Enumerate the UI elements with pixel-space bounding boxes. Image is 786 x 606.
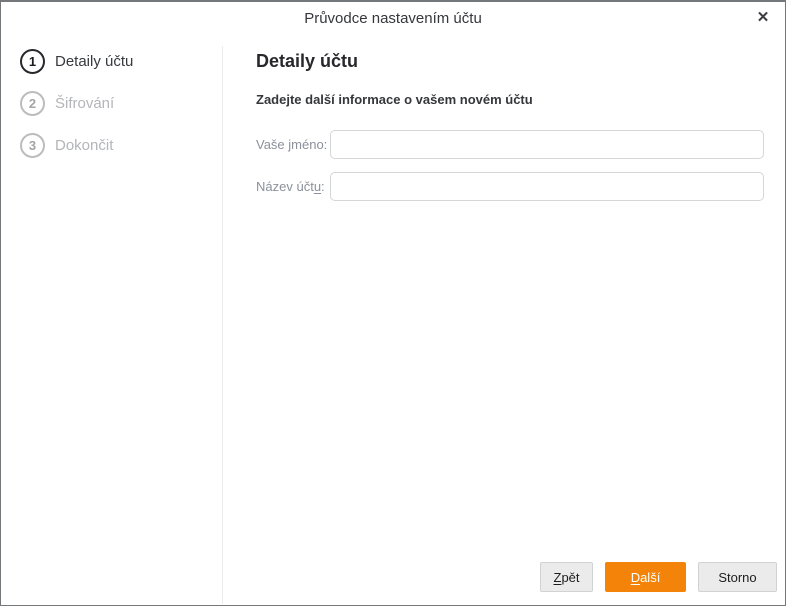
- label-text: :: [321, 179, 325, 194]
- step-item-account-details: 1 Detaily účtu: [20, 40, 222, 82]
- page-title: Detaily účtu: [256, 51, 359, 71]
- your-name-row: Vaše jméno:: [256, 130, 764, 159]
- dialog-body: 1 Detaily účtu 2 Šifrování 3 Dokončit De…: [1, 34, 785, 603]
- step-label: Dokončit: [55, 136, 114, 154]
- label-text: Název účt: [256, 179, 314, 194]
- close-button[interactable]: ✕: [749, 4, 777, 32]
- button-text: Storno: [718, 569, 757, 585]
- label-text: Vaše jméno:: [256, 137, 328, 152]
- back-button[interactable]: Zpět: [540, 562, 593, 592]
- button-text: pět: [561, 569, 580, 585]
- wizard-content: Detaily účtu Zadejte další informace o v…: [222, 34, 785, 603]
- cancel-button[interactable]: Storno: [698, 562, 777, 592]
- close-icon: ✕: [756, 9, 770, 26]
- button-accesskey: D: [630, 569, 641, 585]
- account-setup-wizard-dialog: Průvodce nastavením účtu ✕ 1 Detaily účt…: [0, 0, 786, 606]
- account-name-row: Název účtu:: [256, 172, 764, 201]
- next-button[interactable]: Další: [605, 562, 686, 592]
- step-2-number-badge: 2: [20, 90, 45, 116]
- step-3-number-badge: 3: [20, 132, 45, 158]
- wizard-steps-sidebar: 1 Detaily účtu 2 Šifrování 3 Dokončit: [1, 34, 222, 603]
- account-name-input[interactable]: [330, 172, 764, 201]
- page-description: Zadejte další informace o vašem novém úč…: [256, 92, 533, 107]
- wizard-footer-buttons: Zpět Další Storno: [540, 562, 777, 592]
- step-item-encryption: 2 Šifrování: [20, 82, 222, 124]
- step-number: 2: [28, 95, 37, 111]
- your-name-label: Vaše jméno:: [256, 137, 330, 152]
- account-details-form: Vaše jméno: Název účtu:: [256, 130, 764, 201]
- dialog-title: Průvodce nastavením účtu: [304, 9, 482, 27]
- account-name-label: Název účtu:: [256, 179, 330, 194]
- step-1-number-badge: 1: [20, 48, 45, 74]
- step-number: 3: [28, 137, 37, 153]
- label-accesskey: u: [313, 179, 322, 194]
- step-item-finish: 3 Dokončit: [20, 124, 222, 166]
- button-text: alší: [640, 569, 661, 585]
- step-number: 1: [28, 53, 37, 69]
- step-label: Šifrování: [55, 94, 115, 112]
- titlebar: Průvodce nastavením účtu ✕: [1, 2, 785, 34]
- your-name-input[interactable]: [330, 130, 764, 159]
- step-label: Detaily účtu: [55, 52, 134, 70]
